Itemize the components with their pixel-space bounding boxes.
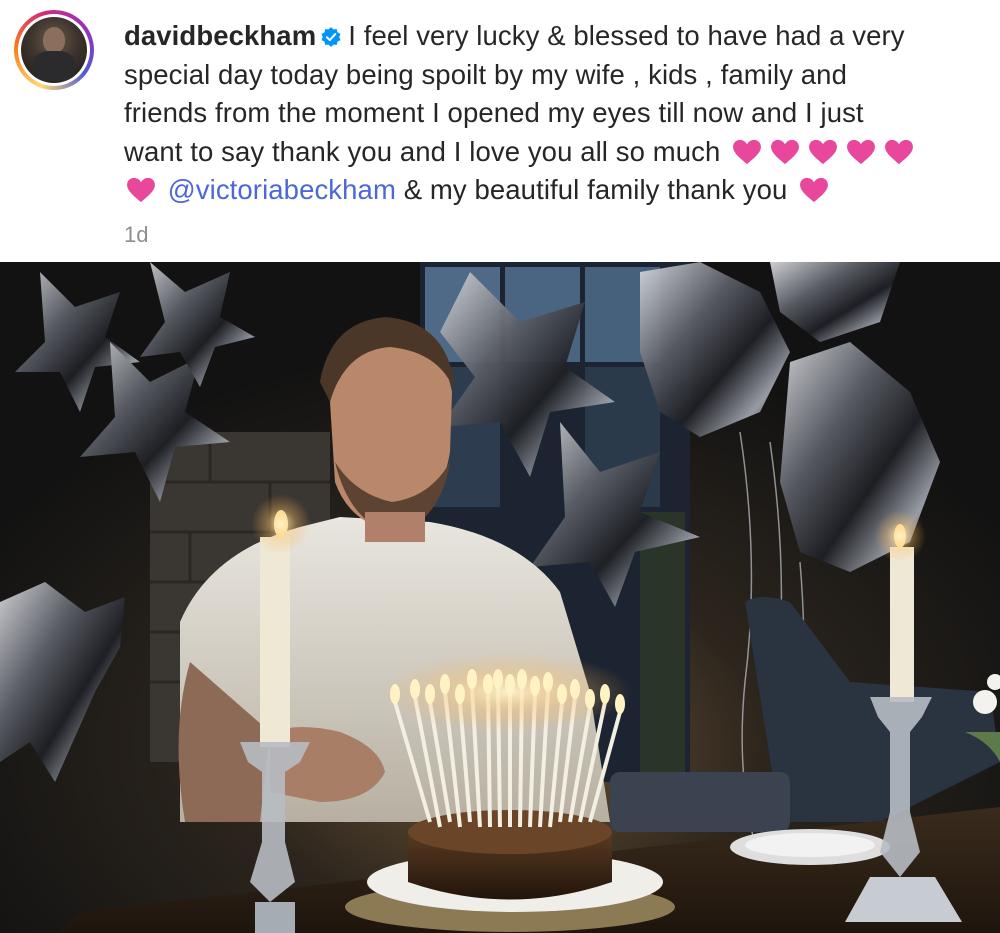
verified-badge-icon — [321, 27, 341, 47]
birthday-cake-photo-illustration — [0, 262, 1000, 933]
post-photo[interactable] — [0, 262, 1000, 933]
pink-heart-icon — [809, 139, 838, 164]
pink-heart-icon — [733, 139, 762, 164]
pink-heart-icon — [771, 139, 800, 164]
avatar-photo — [21, 17, 87, 83]
profile-avatar[interactable] — [14, 10, 94, 90]
author-username[interactable]: davidbeckham — [124, 20, 316, 51]
avatar-body — [33, 51, 75, 81]
pink-heart-icon — [847, 139, 876, 164]
post-timestamp[interactable]: 1d — [124, 222, 148, 248]
caption-line-2: special day today being spoilt by my wif… — [124, 58, 847, 90]
pink-heart-icon — [800, 177, 829, 203]
pink-heart-icon — [127, 177, 155, 203]
caption-line-5: & my beautiful family thank you — [403, 174, 788, 205]
post-caption: davidbeckham I feel very lucky & blessed… — [124, 17, 974, 210]
caption-line-1: I feel very lucky & blessed to have had … — [348, 20, 905, 51]
post-header: davidbeckham I feel very lucky & blessed… — [0, 0, 1000, 262]
pink-heart-icon — [885, 139, 914, 164]
mention-link[interactable]: @victoriabeckham — [168, 174, 396, 205]
avatar-head — [43, 27, 65, 53]
caption-line-3: friends from the moment I opened my eyes… — [124, 97, 864, 128]
caption-line-4: want to say thank you and I love you all… — [124, 135, 721, 167]
avatar-inner-border — [18, 14, 90, 86]
